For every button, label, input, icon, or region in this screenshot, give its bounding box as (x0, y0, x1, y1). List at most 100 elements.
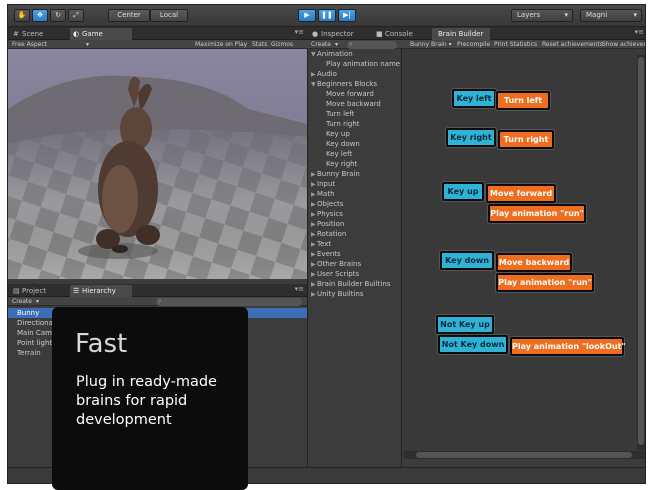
tree-category[interactable]: ▶Math (308, 189, 401, 199)
canvas-horizontal-scrollbar[interactable] (404, 451, 645, 459)
tree-item[interactable]: Turn left (308, 109, 401, 119)
play-animation-run-node[interactable]: Play animation "run" (488, 204, 586, 223)
game-view[interactable] (8, 49, 307, 279)
tab-scene[interactable]: # Scene (10, 28, 65, 40)
play-animation-run-node[interactable]: Play animation "run" (496, 273, 594, 292)
layout-dropdown[interactable]: Magni (580, 9, 642, 22)
canvas-vertical-scrollbar[interactable] (637, 55, 645, 450)
tree-label: Position (317, 220, 345, 228)
tree-label: Text (317, 240, 332, 248)
tree-create-dropdown[interactable]: Create (311, 40, 331, 49)
tab-brain-builder[interactable]: Brain Builder (432, 28, 490, 40)
tree-item[interactable]: Move forward (308, 89, 401, 99)
tree-search-input[interactable]: ⚲ (347, 41, 397, 49)
tree-category[interactable]: ▶Rotation (308, 229, 401, 239)
move-tool-button[interactable]: ✥ (32, 9, 48, 22)
tree-category[interactable]: ▼Beginners Blocks (308, 79, 401, 89)
panel-menu-icon[interactable]: ▾≡ (295, 285, 304, 293)
maximize-on-play-toggle[interactable]: Maximize on Play (195, 40, 247, 49)
bottom-left-tabbar: ▤ Project ☰ Hierarchy ▾≡ (8, 284, 307, 297)
search-icon: ⚲ (158, 299, 162, 305)
move-backward-node[interactable]: Move backward (496, 253, 572, 272)
tab-project[interactable]: ▤ Project (10, 285, 65, 297)
promo-overlay: Fast Plug in ready-made brains for rapid… (52, 307, 248, 490)
tree-label: Input (317, 180, 336, 188)
tree-category[interactable]: ▶Text (308, 239, 401, 249)
search-icon: ⚲ (349, 42, 353, 48)
tree-label: Key left (326, 150, 353, 158)
print-statistics-button[interactable]: Print Statistics (494, 40, 537, 49)
brain-selector-dropdown[interactable]: Bunny Brain ▾ (410, 40, 452, 49)
show-achievements-button[interactable]: Show achievements (602, 40, 645, 49)
panel-menu-icon[interactable]: ▾≡ (635, 28, 644, 36)
tree-label: Events (317, 250, 341, 258)
tree-category[interactable]: ▼Animation (308, 49, 401, 59)
tree-label: Key up (326, 130, 350, 138)
tree-category[interactable]: ▶Position (308, 219, 401, 229)
tree-category[interactable]: ▶User Scripts (308, 269, 401, 279)
tree-label: Turn left (326, 110, 355, 118)
tree-item[interactable]: Play animation name (308, 59, 401, 69)
key-down-node[interactable]: Key down (440, 251, 494, 270)
tree-label: Unity Builtins (317, 290, 364, 298)
tree-category[interactable]: ▶Brain Builder Builtins (308, 279, 401, 289)
turn-left-node[interactable]: Turn left (496, 91, 550, 110)
pivot-local-button[interactable]: Local (150, 9, 188, 22)
reset-achievements-button[interactable]: Reset achievements (542, 40, 603, 49)
tab-console[interactable]: ■ Console (373, 28, 429, 40)
key-right-node[interactable]: Key right (446, 128, 496, 147)
not-key-up-node[interactable]: Not Key up (436, 315, 494, 334)
create-arrow-icon: ▾ (335, 41, 339, 48)
step-button[interactable]: ▶| (338, 9, 356, 22)
panel-menu-icon[interactable]: ▾≡ (295, 28, 304, 36)
rotate-tool-button[interactable]: ↻ (50, 9, 66, 22)
console-icon: ■ (376, 30, 383, 38)
scale-tool-button[interactable]: ⤢ (68, 9, 84, 22)
tree-label: Objects (317, 200, 344, 208)
key-up-node[interactable]: Key up (442, 182, 484, 201)
tree-category[interactable]: ▶Objects (308, 199, 401, 209)
tree-item[interactable]: Key left (308, 149, 401, 159)
hierarchy-create-dropdown[interactable]: Create (12, 297, 32, 306)
move-forward-node[interactable]: Move forward (486, 184, 556, 203)
tree-label: Key right (326, 160, 358, 168)
tree-category[interactable]: ▶Bunny Brain (308, 169, 401, 179)
tree-item[interactable]: Move backward (308, 99, 401, 109)
tree-item[interactable]: Key down (308, 139, 401, 149)
tree-category[interactable]: ▶Physics (308, 209, 401, 219)
brain-canvas[interactable]: Key left Turn left Key right Turn right … (404, 49, 645, 459)
tree-category[interactable]: ▶Unity Builtins (308, 289, 401, 299)
tree-category[interactable]: ▶Audio (308, 69, 401, 79)
pause-button[interactable]: ❚❚ (318, 9, 336, 22)
tree-category[interactable]: ▶Other Brains (308, 259, 401, 269)
info-icon: ● (312, 30, 319, 38)
not-key-down-node[interactable]: Not Key down (438, 335, 508, 354)
tab-inspector[interactable]: ● Inspector (309, 28, 369, 40)
pivot-center-button[interactable]: Center (108, 9, 150, 22)
play-animation-lookout-node[interactable]: Play animation "lookOut" (510, 337, 626, 356)
tree-item[interactable]: Turn right (308, 119, 401, 129)
block-tree: ▼Animation Play animation name ▶Audio ▼Begi… (307, 49, 402, 467)
turn-right-node[interactable]: Turn right (498, 130, 554, 149)
play-button[interactable]: ▶ (298, 9, 316, 22)
key-left-node[interactable]: Key left (452, 89, 496, 108)
gizmos-dropdown[interactable]: Gizmos (271, 40, 293, 49)
layers-dropdown[interactable]: Layers (511, 9, 573, 22)
tree-category[interactable]: ▶Input (308, 179, 401, 189)
tab-hierarchy[interactable]: ☰ Hierarchy (70, 285, 132, 297)
precompile-button[interactable]: Precompile (457, 40, 490, 49)
tree-label: Other Brains (317, 260, 362, 268)
aspect-dropdown[interactable]: Free Aspect (12, 40, 47, 49)
hierarchy-search-input[interactable]: ⚲ (156, 298, 302, 306)
tab-game[interactable]: ◐ Game (70, 28, 132, 40)
tree-label: Play animation name (326, 60, 401, 68)
move-icon: ✥ (37, 11, 43, 19)
tree-label: Audio (317, 70, 337, 78)
tree-item[interactable]: Key up (308, 129, 401, 139)
project-icon: ▤ (13, 287, 20, 295)
tree-category[interactable]: ▶Events (308, 249, 401, 259)
tree-label: Brain Builder Builtins (317, 280, 391, 288)
tree-item[interactable]: Key right (308, 159, 401, 169)
stats-toggle[interactable]: Stats (252, 40, 267, 49)
hand-tool-button[interactable]: ✋ (14, 9, 30, 22)
